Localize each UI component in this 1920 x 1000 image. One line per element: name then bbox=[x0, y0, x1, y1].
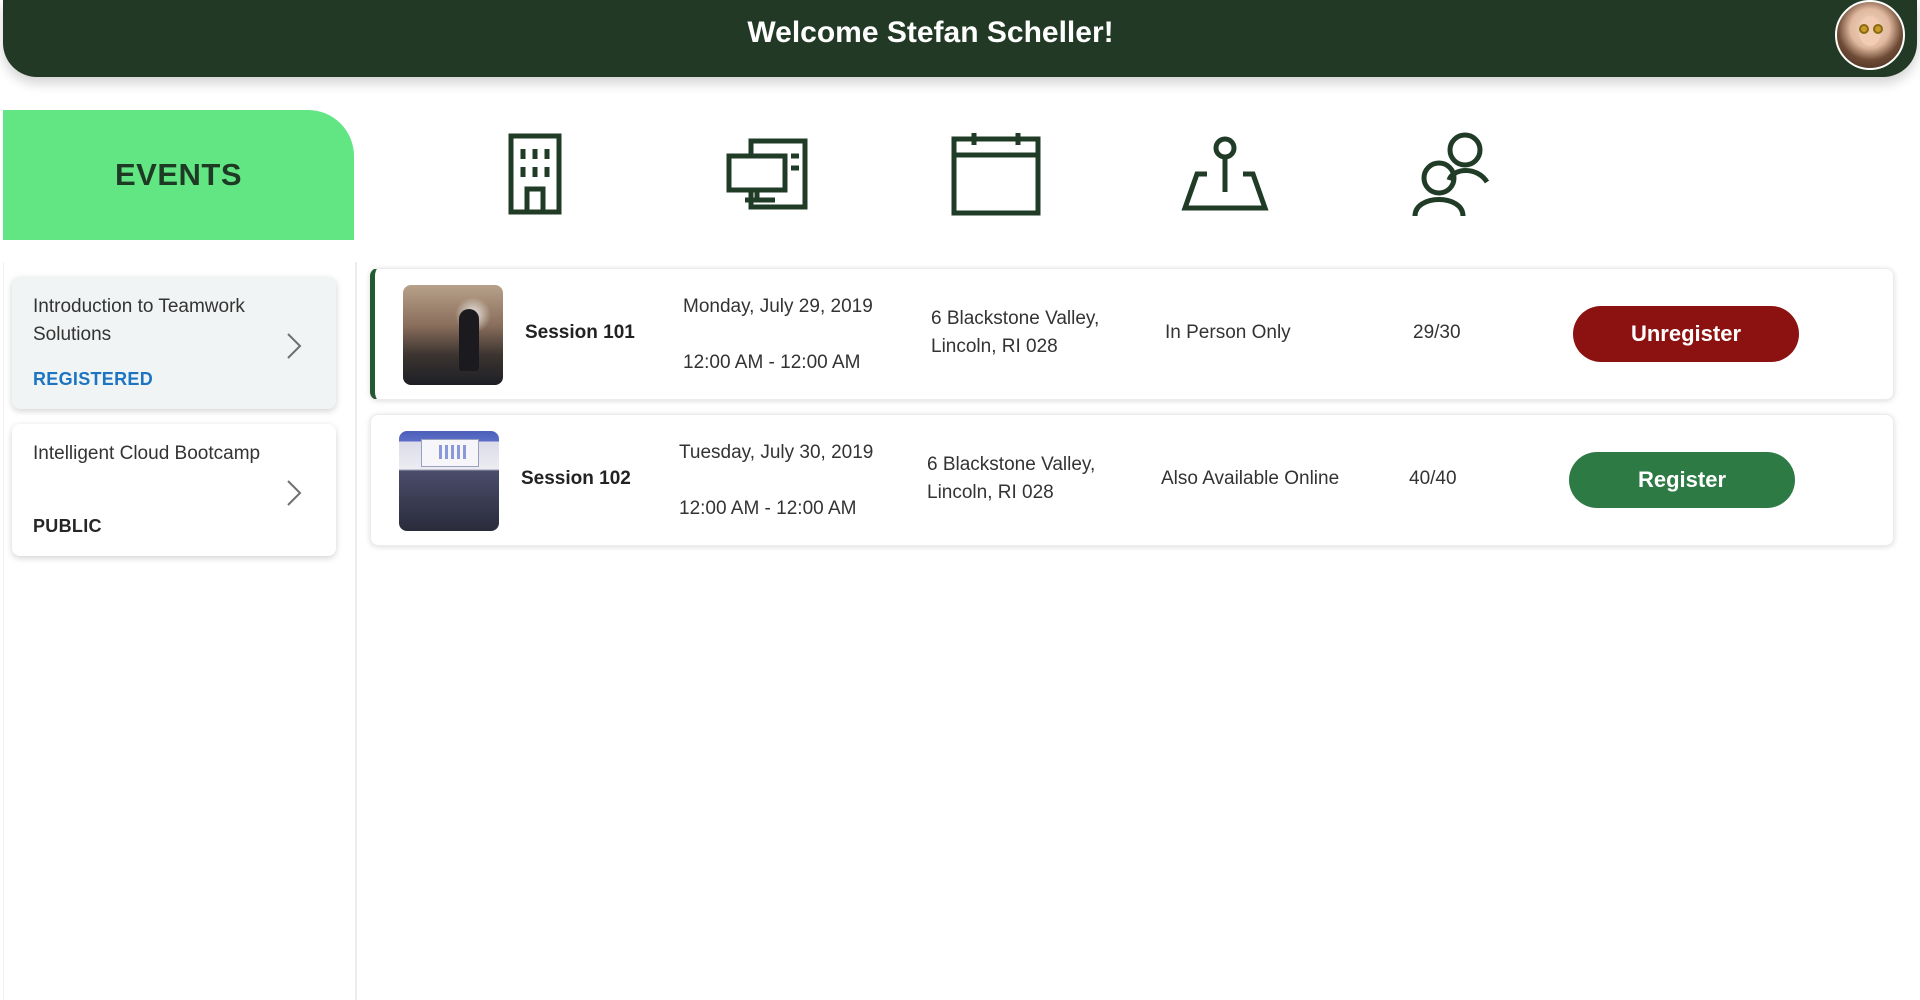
event-card[interactable]: Introduction to Teamwork Solutions REGIS… bbox=[12, 277, 336, 409]
session-name: Session 101 bbox=[525, 322, 635, 343]
app-root: Welcome Stefan Scheller! EVENTS Introduc… bbox=[0, 0, 1920, 1000]
building-icon bbox=[485, 128, 585, 220]
session-row: Session 102 Tuesday, July 30, 2019 12:00… bbox=[370, 414, 1894, 546]
session-capacity: 40/40 bbox=[1409, 468, 1457, 489]
events-tab-label: EVENTS bbox=[114, 157, 243, 192]
session-time: 12:00 AM - 12:00 AM bbox=[679, 498, 857, 519]
avatar-eye-left bbox=[1859, 24, 1869, 34]
session-capacity: 29/30 bbox=[1413, 322, 1461, 343]
event-name: Introduction to Teamwork Solutions bbox=[33, 296, 245, 345]
session-address: 6 Blackstone Valley, Lincoln, RI 028 bbox=[931, 308, 1100, 357]
event-name: Intelligent Cloud Bootcamp bbox=[33, 443, 261, 464]
event-status: REGISTERED bbox=[33, 369, 154, 389]
session-time: 12:00 AM - 12:00 AM bbox=[683, 352, 861, 373]
register-button[interactable]: Register bbox=[1569, 452, 1795, 508]
session-address: 6 Blackstone Valley, Lincoln, RI 028 bbox=[927, 454, 1096, 503]
chevron-right-icon[interactable] bbox=[282, 478, 304, 508]
welcome-title: Welcome Stefan Scheller! bbox=[747, 16, 1114, 49]
session-thumbnail bbox=[403, 285, 503, 385]
top-header: Welcome Stefan Scheller! bbox=[3, 0, 1917, 77]
avatar-eye-right bbox=[1873, 24, 1883, 34]
event-status: PUBLIC bbox=[33, 516, 102, 536]
unregister-button[interactable]: Unregister bbox=[1573, 306, 1799, 362]
session-date: Tuesday, July 30, 2019 bbox=[679, 442, 874, 463]
calendar-icon bbox=[946, 128, 1046, 220]
session-name: Session 102 bbox=[521, 468, 631, 489]
session-thumbnail bbox=[399, 431, 499, 531]
events-tab[interactable]: EVENTS bbox=[3, 110, 354, 240]
presentation-chart bbox=[439, 445, 469, 459]
session-mode: In Person Only bbox=[1165, 322, 1291, 343]
session-row: Session 101 Monday, July 29, 2019 12:00 … bbox=[370, 268, 1894, 400]
devices-icon bbox=[717, 128, 817, 220]
events-sidebar: Introduction to Teamwork Solutions REGIS… bbox=[3, 262, 357, 1000]
user-avatar[interactable] bbox=[1835, 0, 1905, 70]
speaker-figure bbox=[459, 309, 479, 371]
session-mode: Also Available Online bbox=[1161, 468, 1340, 489]
event-card[interactable]: Intelligent Cloud Bootcamp PUBLIC bbox=[12, 424, 336, 556]
map-pin-icon bbox=[1175, 128, 1275, 220]
chevron-right-icon[interactable] bbox=[282, 331, 304, 361]
session-date: Monday, July 29, 2019 bbox=[683, 296, 873, 317]
people-icon bbox=[1403, 128, 1503, 220]
